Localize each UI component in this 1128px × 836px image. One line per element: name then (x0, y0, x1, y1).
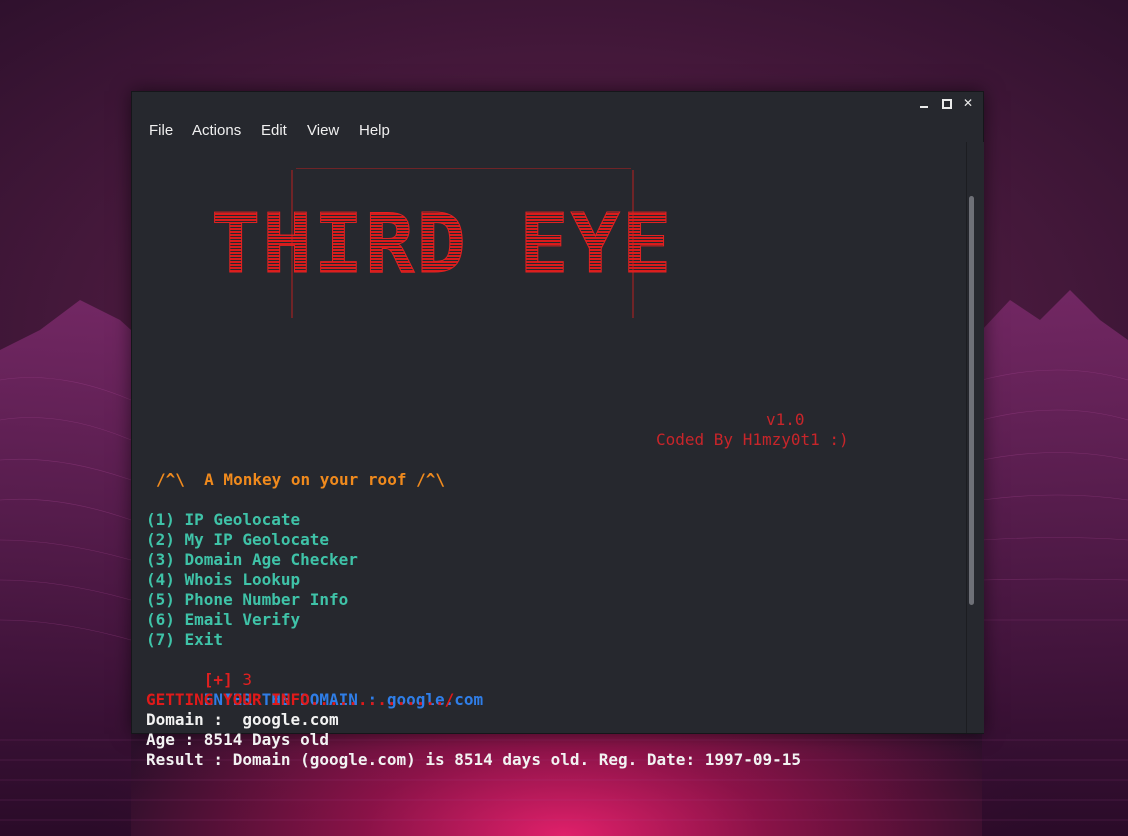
close-icon: ✕ (962, 96, 974, 110)
logo-text: THIRD EYE (211, 197, 673, 292)
menu-option-5: (5) Phone Number Info (146, 590, 349, 609)
minimize-icon (920, 106, 928, 108)
menu-option-1: (1) IP Geolocate (146, 510, 301, 529)
output-result: Result : Domain (google.com) is 8514 day… (146, 750, 802, 769)
output-age: Age : 8514 Days old (146, 730, 330, 749)
close-button[interactable]: ✕ (961, 96, 975, 110)
title-bar[interactable]: ✕ (132, 92, 983, 116)
menu-view[interactable]: View (307, 122, 339, 139)
menu-option-2: (2) My IP Geolocate (146, 530, 330, 549)
menu-option-4: (4) Whois Lookup (146, 570, 301, 589)
maximize-button[interactable] (939, 96, 953, 110)
coded-by-label: Coded By H1mzy0t1 :) (656, 430, 849, 449)
minimize-button[interactable] (917, 96, 931, 110)
menu-actions[interactable]: Actions (192, 122, 241, 139)
menu-file[interactable]: File (149, 122, 173, 139)
menu-option-3: (3) Domain Age Checker (146, 550, 358, 569)
version-label: v1.0 (766, 410, 805, 429)
terminal-window: ✕ File Actions Edit View Help THIRD EYE … (131, 91, 984, 769)
output-domain: Domain : google.com (146, 710, 339, 729)
third-eye-logo: THIRD EYE (211, 168, 673, 318)
terminal-output[interactable]: THIRD EYE v1.0 Coded By H1mzy0t1 :) /^\ … (132, 148, 966, 769)
getting-info-line: GETTING YOUR INFO............../ (146, 690, 455, 709)
tagline: /^\ A Monkey on your roof /^\ (156, 470, 445, 489)
menu-option-6: (6) Email Verify (146, 610, 301, 629)
menu-edit[interactable]: Edit (261, 122, 287, 139)
maximize-icon (942, 99, 952, 109)
menu-help[interactable]: Help (359, 122, 390, 139)
scrollbar-thumb[interactable] (969, 196, 974, 605)
menu-option-7: (7) Exit (146, 630, 224, 649)
